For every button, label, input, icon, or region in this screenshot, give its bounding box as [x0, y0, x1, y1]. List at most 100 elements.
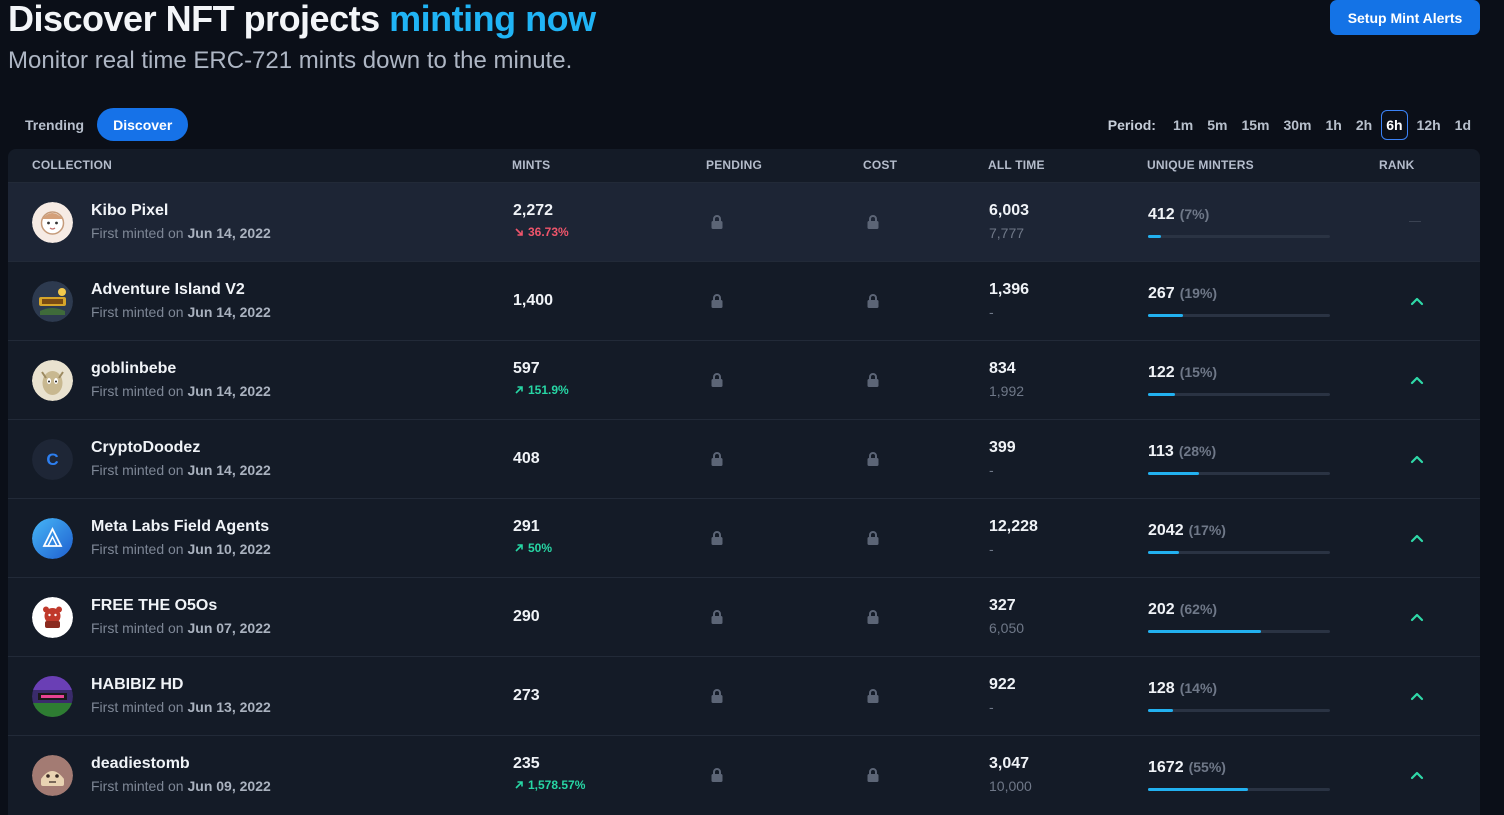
collection-avatar	[32, 755, 73, 796]
table-row[interactable]: Meta Labs Field Agents First minted on Ju…	[8, 498, 1480, 577]
unique-minters-percent: (55%)	[1188, 759, 1226, 775]
cost-lock-icon[interactable]	[866, 530, 880, 546]
trend-up-icon	[514, 541, 528, 555]
unique-minters: 267 (19%)	[1148, 285, 1217, 303]
period-option-1m[interactable]: 1m	[1168, 110, 1198, 140]
table-row[interactable]: C CryptoDoodez First minted on Jun 14, 202…	[8, 419, 1480, 498]
pending-lock-icon[interactable]	[710, 688, 724, 704]
unique-minters-bar	[1148, 235, 1330, 238]
first-minted-date: First minted on Jun 14, 2022	[91, 225, 271, 241]
collection-name[interactable]: Meta Labs Field Agents	[91, 518, 269, 536]
period-option-1d[interactable]: 1d	[1450, 110, 1476, 140]
setup-mint-alerts-button[interactable]: Setup Mint Alerts	[1330, 0, 1480, 35]
trend-down-icon	[514, 225, 528, 239]
cost-lock-icon[interactable]	[866, 293, 880, 309]
collection-name[interactable]: FREE THE O5Os	[91, 597, 217, 615]
mints-count: 2,272	[513, 202, 554, 219]
table-row[interactable]: FREE THE O5Os First minted on Jun 07, 202…	[8, 577, 1480, 656]
cost-lock-icon[interactable]	[866, 609, 880, 625]
period-option-1h[interactable]: 1h	[1321, 110, 1347, 140]
pending-lock-icon[interactable]	[710, 214, 724, 230]
table-row[interactable]: Adventure Island V2 First minted on Jun 1…	[8, 261, 1480, 340]
all-time-mints: 3,047	[989, 755, 1030, 772]
rank-up-icon	[1409, 294, 1425, 308]
tab-discover[interactable]: Discover	[97, 108, 189, 141]
period-label: Period:	[1107, 117, 1156, 133]
unique-minters-bar	[1148, 551, 1330, 554]
unique-minters-bar-fill	[1148, 472, 1199, 475]
column-header-rank[interactable]: RANK	[1379, 158, 1414, 172]
total-supply: -	[989, 541, 994, 557]
mints-table: COLLECTION MINTS PENDING COST ALL TIME U…	[8, 149, 1480, 815]
mints-change-value: 151.9%	[528, 383, 569, 397]
period-option-6h[interactable]: 6h	[1381, 110, 1408, 140]
cost-lock-icon[interactable]	[866, 372, 880, 388]
column-header-all-time[interactable]: ALL TIME	[988, 158, 1045, 172]
first-minted-prefix: First minted on	[91, 699, 184, 715]
collection-name[interactable]: Adventure Island V2	[91, 281, 245, 299]
period-option-2h[interactable]: 2h	[1351, 110, 1377, 140]
rank-up-icon	[1409, 768, 1425, 782]
pending-lock-icon[interactable]	[710, 293, 724, 309]
unique-minters-percent: (28%)	[1178, 443, 1217, 459]
period-option-12h[interactable]: 12h	[1412, 110, 1446, 140]
pending-lock-icon[interactable]	[710, 451, 724, 467]
period-option-30m[interactable]: 30m	[1278, 110, 1316, 140]
collection-avatar	[32, 518, 73, 559]
all-time-mints: 399	[989, 439, 1016, 456]
collection-name[interactable]: Kibo Pixel	[91, 202, 168, 220]
rank-up-icon	[1409, 452, 1425, 466]
period-option-15m[interactable]: 15m	[1236, 110, 1274, 140]
column-header-collection[interactable]: COLLECTION	[32, 158, 112, 172]
unique-minters-percent: (17%)	[1188, 522, 1226, 538]
unique-minters-bar	[1148, 630, 1330, 633]
cost-lock-icon[interactable]	[866, 688, 880, 704]
cost-lock-icon[interactable]	[866, 767, 880, 783]
column-header-mints[interactable]: MINTS	[512, 158, 550, 172]
mints-count: 291	[513, 518, 540, 535]
pending-lock-icon[interactable]	[710, 372, 724, 388]
title-main: Discover NFT projects	[8, 0, 390, 39]
period-option-5m[interactable]: 5m	[1202, 110, 1232, 140]
page-header: Discover NFT projects minting now Monito…	[8, 0, 1498, 100]
table-row[interactable]: Kibo Pixel First minted on Jun 14, 2022 2,…	[8, 182, 1480, 261]
all-time-mints: 922	[989, 676, 1016, 693]
page-subtitle: Monitor real time ERC-721 mints down to …	[8, 47, 573, 74]
mints-change: 1,578.57%	[514, 778, 585, 792]
unique-minters-percent: (19%)	[1179, 285, 1218, 301]
collection-name[interactable]: CryptoDoodez	[91, 439, 200, 457]
collection-name[interactable]: deadiestomb	[91, 755, 190, 773]
first-minted-value: Jun 14, 2022	[187, 304, 271, 320]
pending-lock-icon[interactable]	[710, 530, 724, 546]
collection-name[interactable]: goblinbebe	[91, 360, 176, 378]
cost-lock-icon[interactable]	[866, 214, 880, 230]
table-row[interactable]: goblinbebe First minted on Jun 14, 2022 59…	[8, 340, 1480, 419]
tab-trending[interactable]: Trending	[12, 108, 97, 141]
column-header-pending[interactable]: PENDING	[706, 158, 762, 172]
rank-up-icon	[1409, 373, 1425, 387]
cost-lock-icon[interactable]	[866, 451, 880, 467]
pending-lock-icon[interactable]	[710, 767, 724, 783]
table-row[interactable]: HABIBIZ HD First minted on Jun 13, 2022 27…	[8, 656, 1480, 735]
collection-name[interactable]: HABIBIZ HD	[91, 676, 183, 694]
first-minted-value: Jun 14, 2022	[187, 462, 271, 478]
mints-change-value: 36.73%	[528, 225, 569, 239]
column-header-cost[interactable]: COST	[863, 158, 897, 172]
unique-minters-count: 202	[1148, 601, 1175, 618]
collection-avatar	[32, 676, 73, 717]
first-minted-value: Jun 10, 2022	[187, 541, 271, 557]
pending-lock-icon[interactable]	[710, 609, 724, 625]
mints-change: 36.73%	[514, 225, 569, 239]
unique-minters-count: 113	[1148, 443, 1174, 460]
first-minted-prefix: First minted on	[91, 304, 184, 320]
rank-up-icon	[1409, 610, 1425, 624]
unique-minters-bar	[1148, 709, 1330, 712]
table-row[interactable]: deadiestomb First minted on Jun 09, 2022 2…	[8, 735, 1480, 814]
first-minted-prefix: First minted on	[91, 462, 184, 478]
view-tabs: Trending Discover	[12, 108, 189, 141]
total-supply: -	[989, 699, 994, 715]
unique-minters-count: 1672	[1148, 759, 1184, 776]
column-header-unique-minters[interactable]: UNIQUE MINTERS	[1147, 158, 1254, 172]
rank-none-dash	[1409, 221, 1421, 222]
first-minted-value: Jun 07, 2022	[187, 620, 271, 636]
